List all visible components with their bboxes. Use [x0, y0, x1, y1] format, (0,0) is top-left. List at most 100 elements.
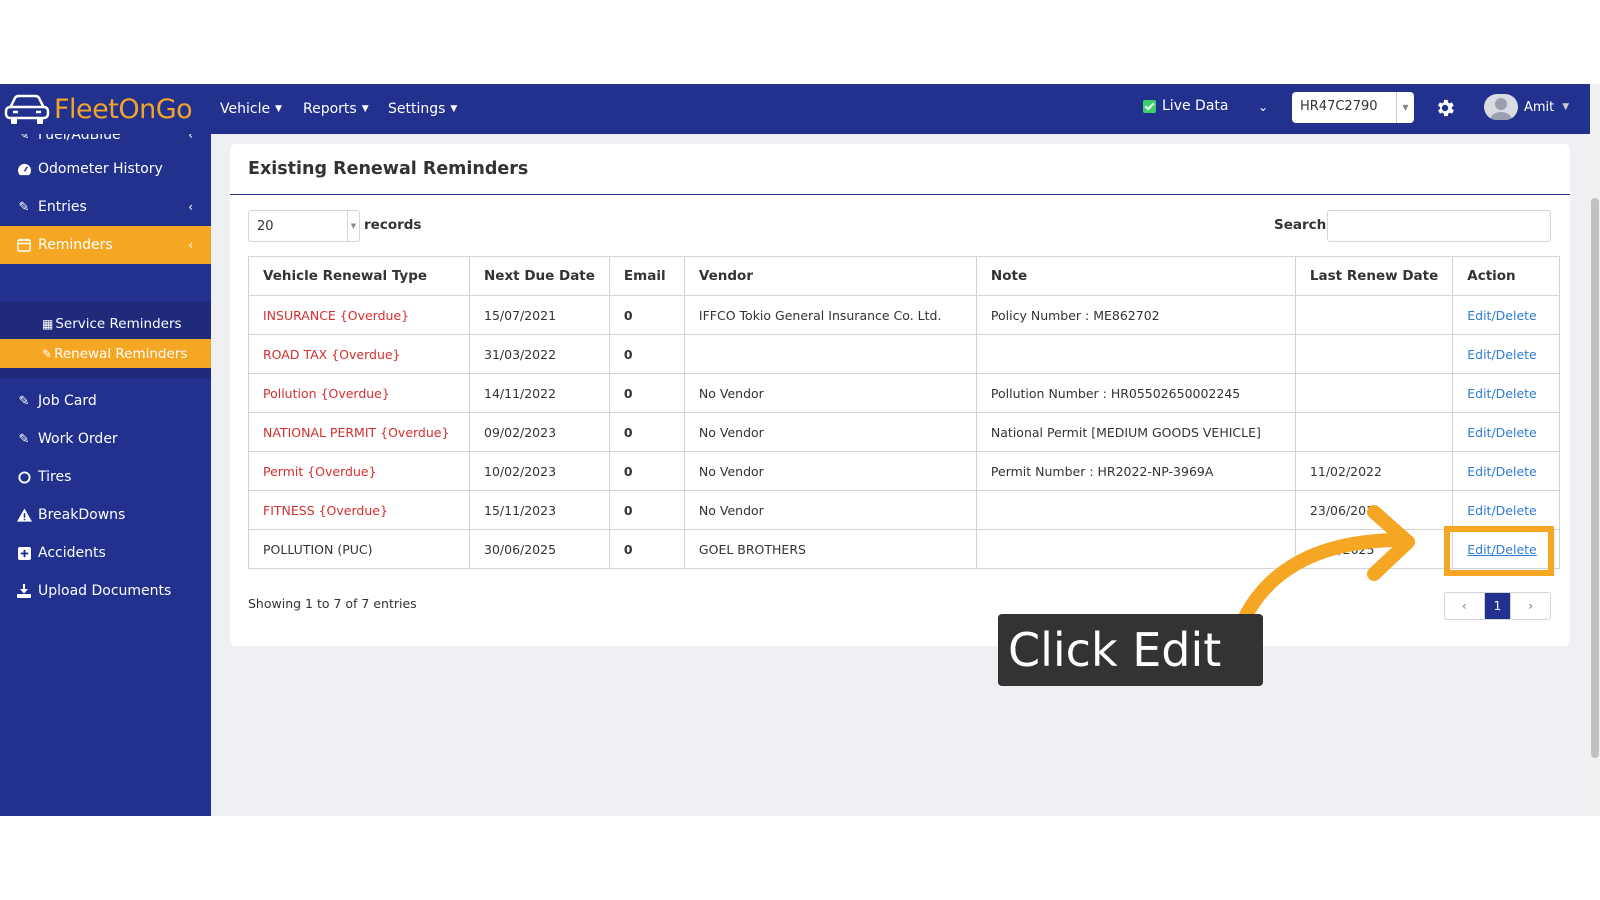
table-row: ROAD TAX {Overdue} 31/03/2022 0 Edit/Del… [248, 334, 1561, 374]
sidebar-item-upload-documents[interactable]: Upload Documents [0, 572, 211, 610]
edit-delete-link[interactable]: Edit/Delete [1467, 503, 1537, 518]
gear-icon[interactable] [1434, 97, 1456, 119]
table-row: Pollution {Overdue} 14/11/2022 0 No Vend… [248, 373, 1561, 413]
renewal-type-cell: ROAD TAX {Overdue} [248, 334, 470, 374]
last-renew-date-cell: 11/02/2022 [1294, 451, 1454, 491]
last-renew-date-cell [1294, 373, 1454, 413]
column-header[interactable]: Action [1452, 256, 1561, 296]
renewal-type-cell: INSURANCE {Overdue} [248, 295, 470, 335]
action-cell: Edit/Delete [1452, 373, 1561, 413]
next-due-date-cell: 09/02/2023 [469, 412, 610, 452]
records-per-page-select[interactable]: 20 ▼ [248, 210, 360, 242]
renewal-reminders-card: Existing Renewal Reminders 20 ▼ records … [230, 144, 1570, 646]
sidebar-subitem-renewal-reminders[interactable]: ✎ Renewal Reminders [0, 339, 211, 368]
nav-menu-settings[interactable]: Settings ▼ [388, 84, 457, 134]
table-row: NATIONAL PERMIT {Overdue} 09/02/2023 0 N… [248, 412, 1561, 452]
vendor-cell: No Vendor [683, 490, 977, 530]
vendor-cell: IFFCO Tokio General Insurance Co. Ltd. [683, 295, 977, 335]
chevron-left-icon: ‹ [188, 134, 193, 142]
page-title: Existing Renewal Reminders [248, 159, 529, 179]
search-input[interactable] [1327, 210, 1551, 242]
vendor-cell [683, 334, 977, 374]
select-arrow-icon: ▼ [1396, 92, 1414, 123]
page-scrollbar-thumb[interactable] [1591, 198, 1599, 758]
column-header[interactable]: Note [975, 256, 1296, 296]
edit-delete-link[interactable]: Edit/Delete [1467, 425, 1537, 440]
table-header-row: Vehicle Renewal Type Next Due Date Email… [248, 256, 1561, 296]
circle-icon [16, 469, 32, 485]
renewal-type-cell: NATIONAL PERMIT {Overdue} [248, 412, 470, 452]
brand-logo[interactable]: FleetOnGo [4, 90, 193, 128]
renewal-type-cell: FITNESS {Overdue} [248, 490, 470, 530]
table-row: Permit {Overdue} 10/02/2023 0 No Vendor … [248, 451, 1561, 491]
sidebar-subitem-service-reminders[interactable]: ▦ Service Reminders [0, 309, 211, 338]
sidebar-item-tires[interactable]: Tires [0, 458, 211, 496]
car-logo-icon [4, 92, 50, 126]
vendor-cell: GOEL BROTHERS [683, 529, 977, 569]
next-due-date-cell: 30/06/2025 [469, 529, 610, 569]
vehicle-select[interactable]: HR47C2790 ▼ [1292, 92, 1414, 123]
sidebar-item-job-card[interactable]: ✎ Job Card [0, 382, 211, 420]
live-data-checkbox[interactable] [1143, 99, 1156, 113]
column-header[interactable]: Vehicle Renewal Type [248, 256, 470, 296]
sidebar-item-work-order[interactable]: ✎ Work Order [0, 420, 211, 458]
renewal-type-cell: Permit {Overdue} [248, 451, 470, 491]
pagination-page-button[interactable]: 1 [1484, 593, 1511, 619]
pagination-next-button[interactable]: › [1510, 593, 1550, 619]
tachometer-icon [16, 161, 32, 177]
edit-delete-link[interactable]: Edit/Delete [1467, 308, 1537, 323]
last-renew-date-cell [1294, 295, 1454, 335]
note-cell [975, 490, 1296, 530]
vendor-cell: No Vendor [683, 412, 977, 452]
edit-icon: ✎ [18, 393, 30, 409]
search-label: Search: [1274, 217, 1332, 233]
renewal-type-cell: POLLUTION (PUC) [248, 529, 470, 569]
last-renew-date-cell [1294, 412, 1454, 452]
renewal-type-cell: Pollution {Overdue} [248, 373, 470, 413]
action-cell: Edit/Delete [1452, 295, 1561, 335]
chevron-left-icon: ‹ [188, 238, 193, 252]
calendar-icon [16, 237, 32, 253]
live-data-dropdown-chevron-icon[interactable]: ⌄ [1258, 100, 1268, 114]
email-cell: 0 [608, 490, 685, 530]
note-cell [975, 529, 1296, 569]
chevron-down-icon: ▼ [275, 104, 282, 114]
edit-delete-link[interactable]: Edit/Delete [1467, 347, 1537, 362]
edit-icon: ✎ [18, 431, 30, 447]
sidebar-item-reminders[interactable]: Reminders ‹ [0, 226, 211, 264]
app-viewport: FleetOnGo Vehicle ▼ Reports ▼ Settings ▼ Li… [0, 84, 1590, 816]
edit-delete-link[interactable]: Edit/Delete [1467, 386, 1537, 401]
nav-menu-vehicle[interactable]: Vehicle ▼ [220, 84, 282, 134]
email-cell: 0 [608, 334, 685, 374]
download-icon [16, 583, 32, 599]
title-divider [230, 194, 1570, 195]
sidebar-item-accidents[interactable]: Accidents [0, 534, 211, 572]
avatar [1484, 94, 1518, 120]
last-renew-date-cell: …/2025 [1294, 529, 1454, 569]
user-name: Amit [1524, 99, 1555, 115]
sidebar-item-breakdowns[interactable]: BreakDowns [0, 496, 211, 534]
brand-name: FleetOnGo [54, 93, 193, 125]
column-header[interactable]: Email [608, 256, 685, 296]
tutorial-callout: Click Edit [998, 614, 1263, 686]
edit-icon: ✎ [42, 346, 53, 361]
note-cell: Policy Number : ME862702 [975, 295, 1296, 335]
column-header[interactable]: Last Renew Date [1294, 256, 1454, 296]
pagination-prev-button[interactable]: ‹ [1445, 593, 1485, 619]
nav-menu-reports[interactable]: Reports ▼ [303, 84, 369, 134]
fuel-icon: ✎ [18, 134, 30, 143]
user-menu[interactable]: Amit ▼ [1484, 94, 1569, 120]
calendar-icon: ▦ [42, 316, 54, 331]
note-cell: National Permit [MEDIUM GOODS VEHICLE] [975, 412, 1296, 452]
live-data-label: Live Data [1162, 98, 1229, 114]
action-cell: Edit/Delete [1452, 490, 1561, 530]
next-due-date-cell: 15/11/2023 [469, 490, 610, 530]
select-arrow-icon: ▼ [347, 211, 359, 241]
sidebar-item-entries[interactable]: ✎ Entries ‹ [0, 188, 211, 226]
column-header[interactable]: Vendor [683, 256, 977, 296]
email-cell: 0 [608, 373, 685, 413]
edit-delete-link[interactable]: Edit/Delete [1467, 464, 1537, 479]
sidebar-item-odometer-history[interactable]: Odometer History [0, 150, 211, 188]
live-data-toggle[interactable]: Live Data [1143, 98, 1228, 114]
column-header[interactable]: Next Due Date [469, 256, 610, 296]
